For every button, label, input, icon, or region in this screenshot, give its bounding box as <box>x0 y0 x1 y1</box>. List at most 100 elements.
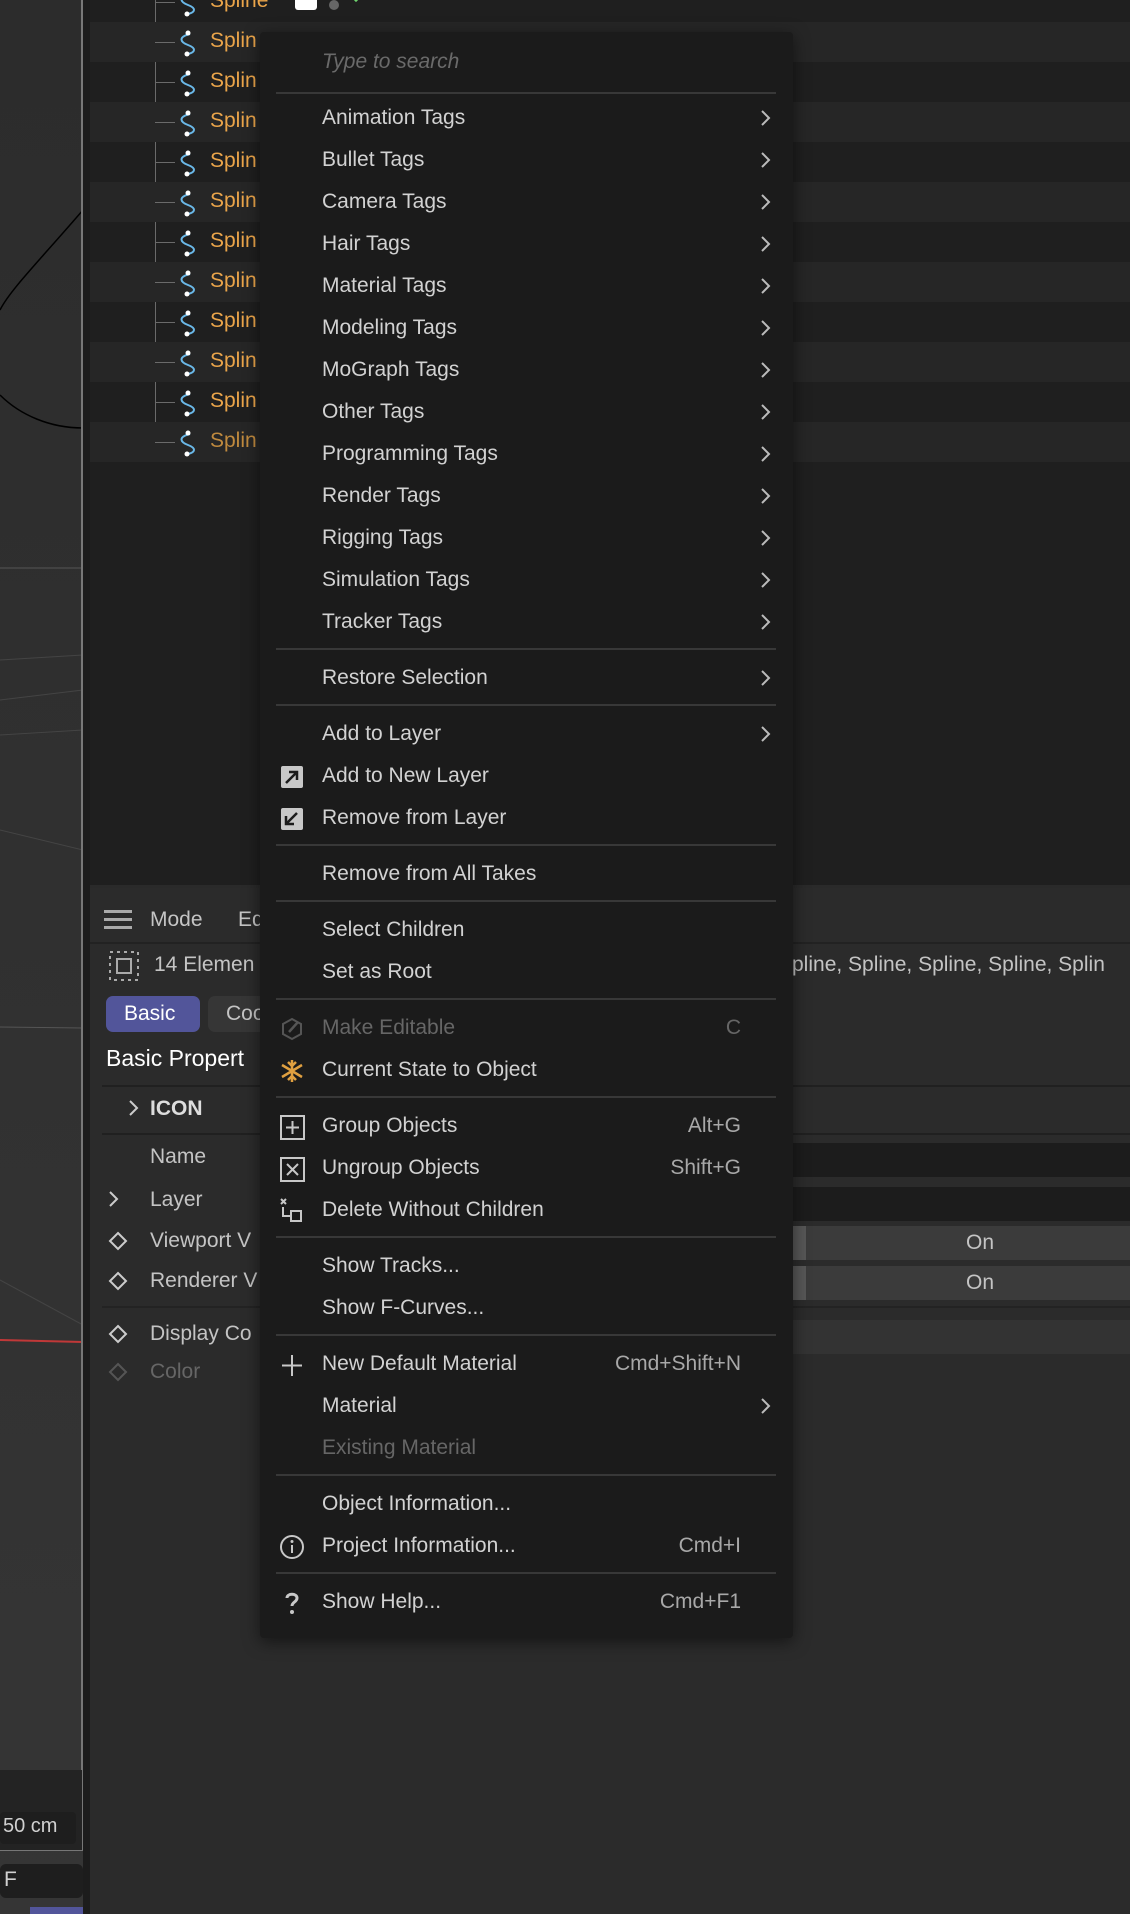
viewport-visibility-value: On <box>966 1231 995 1254</box>
chevron-right-icon <box>761 446 771 462</box>
menu-item-show-tracks[interactable]: Show Tracks... <box>260 1245 793 1287</box>
object-name[interactable]: Splin <box>210 429 257 453</box>
hamburger-menu-icon[interactable] <box>104 910 132 932</box>
timeline-indicator[interactable] <box>30 1907 83 1914</box>
menu-item-remove-from-all-takes[interactable]: Remove from All Takes <box>260 853 793 895</box>
enabled-check-icon[interactable] <box>348 0 370 4</box>
menu-item-shortcut: Alt+G <box>687 1114 741 1137</box>
tab-coordinates[interactable]: Coo <box>208 996 268 1032</box>
layer-color-swatch[interactable] <box>295 0 317 10</box>
object-name[interactable]: Splin <box>210 149 257 173</box>
menu-item-show-f-curves[interactable]: Show F-Curves... <box>260 1287 793 1329</box>
keyframe-diamond-icon[interactable] <box>108 1231 128 1251</box>
menu-separator <box>276 92 776 94</box>
menu-item-label: Rigging Tags <box>322 526 444 549</box>
prop-layer-label: Layer <box>150 1188 203 1211</box>
menu-item-add-to-layer[interactable]: Add to Layer <box>260 713 793 755</box>
spline-icon <box>180 430 195 457</box>
menu-item-camera-tags[interactable]: Camera Tags <box>260 181 793 223</box>
object-name[interactable]: Splin <box>210 29 257 53</box>
menu-item-restore-selection[interactable]: Restore Selection <box>260 657 793 699</box>
menu-separator <box>276 1334 776 1336</box>
viewport-3d[interactable]: 50 cm F <box>0 0 83 1914</box>
object-name[interactable]: Splin <box>210 189 257 213</box>
chevron-right-icon[interactable] <box>108 1190 120 1208</box>
menu-item-make-editable: Make Editable C <box>260 1007 793 1049</box>
menu-item-set-as-root[interactable]: Set as Root <box>260 951 793 993</box>
layer-field[interactable] <box>792 1187 1130 1221</box>
menu-item-material[interactable]: Material <box>260 1385 793 1427</box>
menu-item-label: Show Tracks... <box>322 1254 460 1277</box>
menu-item-new-default-material[interactable]: New Default Material Cmd+Shift+N <box>260 1343 793 1385</box>
mode-menu[interactable]: Mode <box>150 908 203 932</box>
chevron-right-icon <box>761 726 771 742</box>
spline-icon <box>180 390 195 417</box>
outliner-row[interactable]: Spline <box>90 0 1130 22</box>
spline-icon <box>180 350 195 377</box>
visibility-dot-icon[interactable] <box>329 0 339 10</box>
object-name[interactable]: Splin <box>210 349 257 373</box>
menu-separator <box>276 844 776 846</box>
tab-basic-label: Basic <box>124 1002 176 1025</box>
menu-item-object-information[interactable]: Object Information... <box>260 1483 793 1525</box>
viewport-visibility-dropdown[interactable]: On <box>792 1226 1130 1260</box>
menu-item-label: Show F-Curves... <box>322 1296 485 1319</box>
renderer-visibility-value: On <box>966 1271 995 1294</box>
chevron-right-icon <box>761 404 771 420</box>
menu-item-modeling-tags[interactable]: Modeling Tags <box>260 307 793 349</box>
chevron-right-icon[interactable] <box>128 1099 140 1117</box>
remove-from-layer-icon <box>281 808 303 830</box>
display-color-dropdown[interactable] <box>792 1320 1130 1354</box>
menu-item-render-tags[interactable]: Render Tags <box>260 475 793 517</box>
object-name[interactable]: Splin <box>210 69 257 93</box>
menu-item-ungroup-objects[interactable]: Ungroup Objects Shift+G <box>260 1147 793 1189</box>
keyframe-diamond-icon[interactable] <box>108 1271 128 1291</box>
menu-item-rigging-tags[interactable]: Rigging Tags <box>260 517 793 559</box>
object-name[interactable]: Splin <box>210 229 257 253</box>
menu-item-simulation-tags[interactable]: Simulation Tags <box>260 559 793 601</box>
renderer-visibility-dropdown[interactable]: On <box>792 1266 1130 1300</box>
panel-divider[interactable] <box>83 0 90 1914</box>
menu-item-material-tags[interactable]: Material Tags <box>260 265 793 307</box>
menu-item-label: Camera Tags <box>322 190 447 213</box>
menu-item-programming-tags[interactable]: Programming Tags <box>260 433 793 475</box>
object-name[interactable]: Splin <box>210 309 257 333</box>
menu-item-tracker-tags[interactable]: Tracker Tags <box>260 601 793 643</box>
menu-item-select-children[interactable]: Select Children <box>260 909 793 951</box>
object-name[interactable]: Spline <box>210 0 268 13</box>
name-field[interactable] <box>792 1143 1130 1177</box>
plus-icon <box>282 1355 302 1376</box>
menu-item-label: New Default Material <box>322 1352 517 1375</box>
spline-icon <box>180 0 195 17</box>
chevron-right-icon <box>761 194 771 210</box>
icon-group-label[interactable]: ICON <box>150 1097 203 1121</box>
menu-item-bullet-tags[interactable]: Bullet Tags <box>260 139 793 181</box>
keyframe-diamond-icon[interactable] <box>108 1324 128 1344</box>
menu-item-mograph-tags[interactable]: MoGraph Tags <box>260 349 793 391</box>
menu-item-show-help[interactable]: Show Help... Cmd+F1 <box>260 1581 793 1623</box>
menu-item-label: Select Children <box>322 918 465 941</box>
menu-item-project-information[interactable]: Project Information... Cmd+I <box>260 1525 793 1567</box>
menu-item-other-tags[interactable]: Other Tags <box>260 391 793 433</box>
menu-item-label: Add to New Layer <box>322 764 489 787</box>
spline-icon <box>180 30 195 57</box>
selection-count: 14 Elemen <box>154 953 255 976</box>
menu-search-input[interactable]: Type to search <box>322 50 459 74</box>
spline-icon <box>180 270 195 297</box>
menu-item-add-to-new-layer[interactable]: Add to New Layer <box>260 755 793 797</box>
menu-item-label: Add to Layer <box>322 722 442 745</box>
selection-icon <box>109 951 139 981</box>
menu-item-delete-without-children[interactable]: Delete Without Children <box>260 1189 793 1231</box>
menu-item-hair-tags[interactable]: Hair Tags <box>260 223 793 265</box>
object-name[interactable]: Splin <box>210 389 257 413</box>
keyframe-diamond-icon <box>108 1362 128 1382</box>
object-name[interactable]: Splin <box>210 269 257 293</box>
tab-basic[interactable]: Basic <box>106 996 200 1032</box>
object-name[interactable]: Splin <box>210 109 257 133</box>
menu-item-remove-from-layer[interactable]: Remove from Layer <box>260 797 793 839</box>
spline-icon <box>180 310 195 337</box>
menu-item-animation-tags[interactable]: Animation Tags <box>260 97 793 139</box>
help-icon <box>285 1592 299 1614</box>
menu-item-current-state-to-object[interactable]: Current State to Object <box>260 1049 793 1091</box>
menu-item-group-objects[interactable]: Group Objects Alt+G <box>260 1105 793 1147</box>
